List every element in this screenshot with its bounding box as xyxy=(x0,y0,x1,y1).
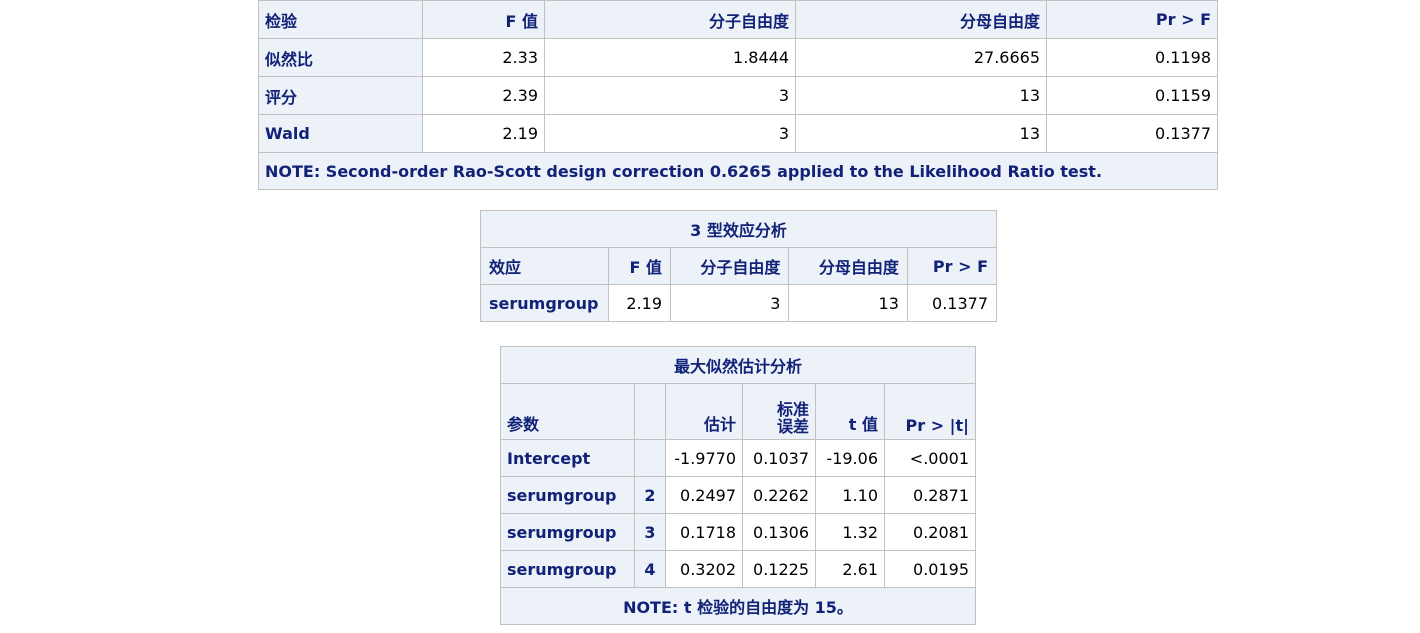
table-cell: 2.19 xyxy=(608,284,671,322)
table-title-row: 最大似然估计分析 xyxy=(500,346,976,384)
row-header: 评分 xyxy=(258,76,423,115)
row-header: serumgroup xyxy=(500,513,635,551)
table-header-row: 效应 F 值 分子自由度 分母自由度 Pr > F xyxy=(480,247,998,285)
row-header: serumgroup xyxy=(500,550,635,588)
column-header: F 值 xyxy=(422,0,545,39)
table-cell: 2.19 xyxy=(422,114,545,153)
column-header: F 值 xyxy=(608,247,671,285)
table-header-row: 参数 估计 标准 误差 t 值 Pr > |t| xyxy=(500,383,976,440)
table-cell: 0.2871 xyxy=(884,476,976,514)
table-cell: 2.33 xyxy=(422,38,545,77)
type3-effects-table: 3 型效应分析 效应 F 值 分子自由度 分母自由度 Pr > F serumg… xyxy=(480,210,998,322)
table-cell: 2.61 xyxy=(815,550,885,588)
row-header: serumgroup xyxy=(480,284,609,322)
table-row: 似然比 2.33 1.8444 27.6665 0.1198 xyxy=(258,38,1218,77)
table-cell: 27.6665 xyxy=(795,38,1047,77)
table-cell: 0.1377 xyxy=(906,284,998,322)
row-header: Wald xyxy=(258,114,423,153)
table-cell: 1.10 xyxy=(815,476,885,514)
column-header: 估计 xyxy=(665,383,743,440)
column-header: 分母自由度 xyxy=(788,247,908,285)
column-header: 效应 xyxy=(480,247,609,285)
table-row: serumgroup 3 0.1718 0.1306 1.32 0.2081 xyxy=(500,513,976,551)
table-cell: <.0001 xyxy=(884,439,976,477)
table-cell: 0.2081 xyxy=(884,513,976,551)
column-header: Pr > |t| xyxy=(884,383,976,440)
table-cell: 3 xyxy=(544,114,796,153)
table-title: 3 型效应分析 xyxy=(480,210,997,248)
table-cell: 0.0195 xyxy=(884,550,976,588)
row-level: 4 xyxy=(634,550,666,588)
table-cell: 0.3202 xyxy=(665,550,743,588)
row-level xyxy=(634,439,666,477)
table-header-row: 检验 F 值 分子自由度 分母自由度 Pr > F xyxy=(258,0,1218,39)
column-header: Pr > F xyxy=(906,247,998,285)
table-cell: 3 xyxy=(669,284,790,322)
table-cell: 0.1377 xyxy=(1046,114,1218,153)
column-header: Pr > F xyxy=(1046,0,1218,39)
table-title-row: 3 型效应分析 xyxy=(480,210,997,248)
column-header: 标准 误差 xyxy=(742,383,816,440)
table-cell: 0.1225 xyxy=(742,550,816,588)
table-cell: 1.32 xyxy=(815,513,885,551)
mle-estimates-table: 最大似然估计分析 参数 估计 标准 误差 t 值 Pr > |t| Interce… xyxy=(500,346,976,625)
table-cell: 0.2497 xyxy=(665,476,743,514)
table-cell: 13 xyxy=(795,76,1047,115)
table-cell: 3 xyxy=(544,76,796,115)
table-note-row: NOTE: Second-order Rao-Scott design corr… xyxy=(258,152,1218,190)
table-row: serumgroup 2 0.2497 0.2262 1.10 0.2871 xyxy=(500,476,976,514)
table-cell: -19.06 xyxy=(815,439,885,477)
row-header: 似然比 xyxy=(258,38,423,77)
table-note: NOTE: t 检验的自由度为 15。 xyxy=(500,587,976,625)
table-row: Intercept -1.9770 0.1037 -19.06 <.0001 xyxy=(500,439,976,477)
column-header: t 值 xyxy=(815,383,885,440)
table-cell: 0.1037 xyxy=(742,439,816,477)
table-row: 评分 2.39 3 13 0.1159 xyxy=(258,76,1218,115)
table-row: Wald 2.19 3 13 0.1377 xyxy=(258,114,1218,153)
table-cell: 13 xyxy=(795,114,1047,153)
row-level: 3 xyxy=(634,513,666,551)
column-header: 分子自由度 xyxy=(669,247,790,285)
table-cell: 1.8444 xyxy=(544,38,796,77)
table-title: 最大似然估计分析 xyxy=(500,346,976,384)
table-cell: 0.1198 xyxy=(1046,38,1218,77)
table-note-row: NOTE: t 检验的自由度为 15。 xyxy=(500,587,976,625)
test-statistics-table: 检验 F 值 分子自由度 分母自由度 Pr > F 似然比 2.33 1.844… xyxy=(258,0,1218,190)
table-cell: 0.2262 xyxy=(742,476,816,514)
column-header: 参数 xyxy=(500,383,635,440)
table-cell: 0.1159 xyxy=(1046,76,1218,115)
column-header: 分子自由度 xyxy=(544,0,796,39)
table-cell: 13 xyxy=(788,284,908,322)
column-header: 检验 xyxy=(258,0,423,39)
column-header: 分母自由度 xyxy=(795,0,1047,39)
row-header: serumgroup xyxy=(500,476,635,514)
row-header: Intercept xyxy=(500,439,635,477)
header-line: 误差 xyxy=(776,417,809,436)
table-cell: 2.39 xyxy=(422,76,545,115)
table-cell: -1.9770 xyxy=(665,439,743,477)
table-row: serumgroup 2.19 3 13 0.1377 xyxy=(480,284,998,322)
table-cell: 0.1306 xyxy=(742,513,816,551)
row-level: 2 xyxy=(634,476,666,514)
column-header xyxy=(634,383,666,440)
table-note: NOTE: Second-order Rao-Scott design corr… xyxy=(258,152,1218,190)
table-cell: 0.1718 xyxy=(665,513,743,551)
table-row: serumgroup 4 0.3202 0.1225 2.61 0.0195 xyxy=(500,550,976,588)
